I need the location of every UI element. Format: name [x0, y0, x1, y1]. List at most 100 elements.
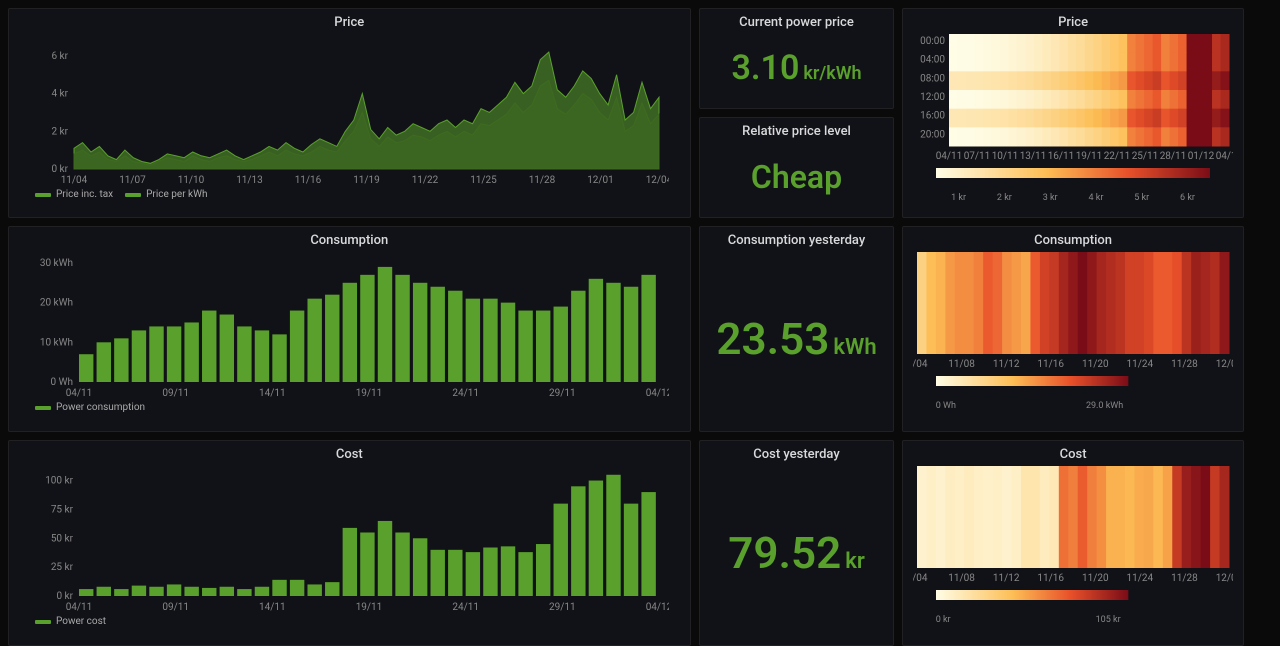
svg-text:11/08: 11/08 — [948, 573, 975, 584]
svg-text:16:00: 16:00 — [920, 111, 945, 122]
svg-text:11/07: 11/07 — [119, 175, 146, 186]
panel-title: Price — [1058, 15, 1088, 30]
svg-text:11/24: 11/24 — [1127, 359, 1154, 370]
svg-text:11/13: 11/13 — [236, 175, 263, 186]
svg-text:11/04: 11/04 — [61, 175, 88, 186]
heatmap-scale: 0 Wh29.0 kWh — [936, 370, 1211, 411]
svg-text:19/11: 19/11 — [1076, 151, 1103, 162]
svg-text:11/20: 11/20 — [1082, 359, 1109, 370]
svg-text:11/10: 11/10 — [178, 175, 205, 186]
svg-text:07/11: 07/11 — [964, 151, 991, 162]
svg-text:11/12: 11/12 — [993, 573, 1020, 584]
svg-text:12/01: 12/01 — [587, 175, 614, 186]
svg-text:12/02: 12/02 — [1216, 359, 1233, 370]
price-heatmap[interactable]: 00:0004:0008:0012:0016:0020:0004/1107/11… — [913, 32, 1233, 162]
svg-text:25 kr: 25 kr — [51, 562, 74, 573]
svg-text:04/12: 04/12 — [646, 388, 669, 399]
svg-text:0 kr: 0 kr — [57, 591, 74, 602]
stat-value: 79.52 — [728, 527, 841, 579]
price-area-chart[interactable]: 0 kr2 kr4 kr6 kr11/0411/0711/1011/1311/1… — [29, 32, 669, 187]
cost-heatmap[interactable]: 1/0411/0811/1211/1611/2011/2411/2812/02 — [913, 464, 1233, 584]
panel-title: Current power price — [739, 15, 854, 30]
svg-text:11/19: 11/19 — [353, 175, 380, 186]
svg-text:29/11: 29/11 — [549, 388, 576, 399]
svg-text:11/16: 11/16 — [295, 175, 322, 186]
svg-text:12:00: 12:00 — [920, 92, 945, 103]
panel-title: Relative price level — [742, 124, 851, 139]
panel-current-price[interactable]: Current power price 3.10kr/kWh — [699, 8, 895, 109]
panel-relative-level[interactable]: Relative price level Cheap — [699, 117, 895, 218]
svg-text:11/08: 11/08 — [948, 359, 975, 370]
svg-text:75 kr: 75 kr — [51, 504, 74, 515]
svg-text:20 kWh: 20 kWh — [40, 298, 73, 309]
svg-text:1/04: 1/04 — [913, 359, 928, 370]
svg-text:11/12: 11/12 — [993, 359, 1020, 370]
legend-cost: Power cost — [17, 614, 106, 627]
panel-title: Consumption yesterday — [728, 233, 865, 248]
svg-text:04/11: 04/11 — [66, 602, 93, 613]
panel-cost-bar[interactable]: Cost 0 kr 25 kr 50 kr 75 kr 100 kr 04/11 09/11… — [8, 440, 691, 646]
svg-text:25/11: 25/11 — [1132, 151, 1159, 162]
stat-unit: kr/kWh — [803, 63, 861, 84]
stat-stack: Current power price 3.10kr/kWh Relative … — [699, 8, 895, 218]
svg-text:00:00: 00:00 — [920, 36, 945, 47]
stat-value: 3.10 — [731, 48, 799, 88]
svg-text:09/11: 09/11 — [163, 602, 190, 613]
heatmap-scale: 1 kr2 kr3 kr4 kr5 kr6 kr — [936, 162, 1211, 203]
cost-bar-chart[interactable]: 0 kr25 kr50 kr75 kr100 kr04/1109/1114/11… — [29, 464, 669, 614]
svg-text:0 kr: 0 kr — [52, 164, 69, 175]
panel-cost-heatmap[interactable]: Cost 1/0411/0811/1211/1611/2011/2411/281… — [902, 440, 1243, 646]
svg-text:12/04: 12/04 — [646, 175, 669, 186]
svg-text:11/28: 11/28 — [529, 175, 556, 186]
stat-unit: kWh — [833, 335, 876, 360]
svg-text:28/11: 28/11 — [1160, 151, 1187, 162]
panel-consumption-yesterday[interactable]: Consumption yesterday 23.53kWh — [699, 226, 895, 432]
svg-text:04/11: 04/11 — [66, 388, 93, 399]
svg-text:11/28: 11/28 — [1171, 359, 1198, 370]
svg-text:30 kWh: 30 kWh — [40, 258, 73, 269]
panel-title: Consumption — [310, 233, 388, 248]
svg-text:50 kr: 50 kr — [51, 533, 74, 544]
svg-text:6 kr: 6 kr — [52, 51, 69, 62]
svg-text:11/22: 11/22 — [412, 175, 439, 186]
consumption-bar-chart[interactable]: 0 Wh10 kWh20 kWh30 kWh04/1109/1114/1119/… — [29, 250, 669, 400]
svg-text:4 kr: 4 kr — [52, 89, 69, 100]
svg-text:16/11: 16/11 — [1048, 151, 1075, 162]
svg-text:09/11: 09/11 — [163, 388, 190, 399]
legend-price: Price inc. tax Price per kWh — [17, 187, 208, 200]
svg-text:100 kr: 100 kr — [45, 476, 73, 487]
svg-text:11/16: 11/16 — [1037, 573, 1064, 584]
panel-cost-yesterday[interactable]: Cost yesterday 79.52kr — [699, 440, 895, 646]
svg-text:19/11: 19/11 — [356, 602, 383, 613]
stat-value: Cheap — [751, 158, 842, 196]
panel-title: Consumption — [1034, 233, 1112, 248]
heatmap-scale: 0 kr105 kr — [936, 584, 1211, 625]
svg-text:12/02: 12/02 — [1216, 573, 1233, 584]
svg-text:04/12: 04/12 — [1216, 151, 1233, 162]
panel-title: Cost — [336, 447, 363, 462]
svg-text:24/11: 24/11 — [453, 388, 480, 399]
stat-value: 23.53 — [716, 313, 829, 365]
svg-text:11/24: 11/24 — [1127, 573, 1154, 584]
svg-text:14/11: 14/11 — [259, 388, 286, 399]
svg-text:24/11: 24/11 — [453, 602, 480, 613]
svg-text:01/12: 01/12 — [1188, 151, 1215, 162]
panel-consumption-heatmap[interactable]: Consumption 1/04 11/08 11/12 11/16 11/20 11/2… — [902, 226, 1243, 432]
panel-title: Price — [334, 15, 364, 30]
svg-text:29/11: 29/11 — [549, 602, 576, 613]
legend-consumption: Power consumption — [17, 400, 145, 413]
svg-text:10/11: 10/11 — [992, 151, 1019, 162]
svg-text:04/11: 04/11 — [936, 151, 963, 162]
svg-text:22/11: 22/11 — [1104, 151, 1131, 162]
consumption-heatmap[interactable]: 1/04 11/08 11/12 11/16 11/20 11/24 11/28 12/02 — [913, 250, 1233, 370]
panel-title: Cost yesterday — [753, 447, 839, 462]
panel-price-line[interactable]: Price 0 kr2 kr4 kr6 kr11/0411/0711/1011/… — [8, 8, 691, 218]
svg-text:20:00: 20:00 — [920, 129, 945, 140]
svg-text:11/16: 11/16 — [1037, 359, 1064, 370]
svg-text:0 Wh: 0 Wh — [51, 377, 73, 388]
panel-price-heatmap[interactable]: Price 00:0004:0008:0012:0016:0020:0004/1… — [902, 8, 1243, 218]
svg-text:08:00: 08:00 — [920, 73, 945, 84]
panel-consumption-bar[interactable]: Consumption 0 Wh10 kWh20 kWh30 kWh04/110… — [8, 226, 691, 432]
svg-text:04/12: 04/12 — [646, 602, 669, 613]
dashboard-grid: Price 0 kr2 kr4 kr6 kr11/0411/0711/1011/… — [0, 0, 1280, 640]
